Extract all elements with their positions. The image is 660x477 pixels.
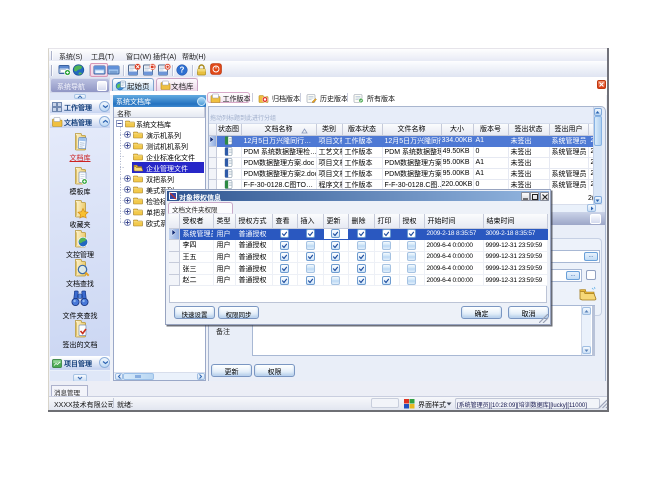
svg-text:?: ? [180, 66, 185, 75]
